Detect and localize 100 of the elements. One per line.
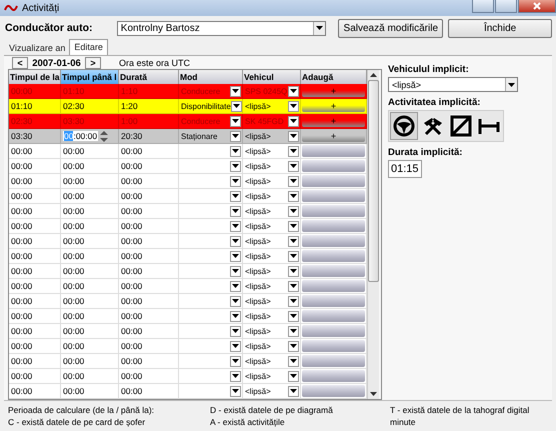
scrollbar[interactable] [367, 70, 379, 399]
maximize-button[interactable] [495, 0, 517, 13]
driver-dropdown[interactable]: Kontrolny Bartosz [116, 20, 326, 36]
dropdown-arrow-icon[interactable] [232, 374, 239, 378]
scroll-thumb[interactable] [368, 80, 379, 282]
dropdown-arrow-icon[interactable] [290, 179, 297, 183]
previous-button[interactable]: < [12, 57, 28, 69]
close-button[interactable]: Închide [448, 18, 552, 38]
mode-dropdown[interactable]: Staționare [181, 132, 218, 140]
dropdown-arrow-icon[interactable] [232, 344, 239, 348]
dropdown-arrow-icon[interactable] [232, 254, 239, 258]
vehicle-dropdown[interactable]: <lipsă> [245, 266, 271, 276]
close-button[interactable] [518, 0, 556, 13]
dropdown-arrow-icon[interactable] [232, 134, 239, 138]
dropdown-arrow-icon[interactable] [232, 239, 239, 243]
dropdown-arrow-icon[interactable] [290, 119, 297, 123]
mode-dropdown[interactable]: Disponibilitate [181, 102, 231, 110]
dropdown-arrow-icon[interactable] [290, 89, 297, 93]
dropdown-arrow-icon[interactable] [508, 82, 515, 86]
dropdown-arrow-icon[interactable] [290, 194, 297, 198]
vehicle-dropdown[interactable]: <lipsă> [245, 356, 271, 366]
dropdown-arrow-icon[interactable] [290, 209, 297, 213]
vehicle-dropdown[interactable]: <lipsă> [245, 146, 271, 156]
tab[interactable]: Editare [69, 39, 108, 55]
dropdown-arrow-icon[interactable] [232, 209, 239, 213]
table-cell: 00:00 [61, 279, 119, 294]
vehicle-dropdown[interactable]: <lipsă> [245, 132, 271, 140]
dropdown-arrow-icon[interactable] [290, 314, 297, 318]
default-duration-field[interactable]: 01:15 [388, 160, 422, 178]
dropdown-arrow-icon[interactable] [290, 374, 297, 378]
dropdown-arrow-icon[interactable] [290, 164, 297, 168]
vehicle-dropdown[interactable]: <lipsă> [245, 222, 271, 230]
vehicle-dropdown[interactable]: <lipsă> [245, 326, 271, 336]
time-input[interactable]: 00:00:00 [63, 131, 98, 141]
dropdown-arrow-icon[interactable] [290, 344, 297, 348]
vehicle-dropdown[interactable]: <lipsă> [245, 176, 271, 186]
table-cell: 00:00 [119, 159, 179, 174]
vehicle-dropdown[interactable]: <lipsă> [245, 206, 271, 216]
table-cell: 00:00 [119, 174, 179, 189]
tab[interactable]: Vizualizare an [5, 41, 70, 55]
legend-text: D - există datele de pe diagramă [210, 405, 334, 415]
table-cell: 00:00 [9, 159, 61, 174]
vehicle-dropdown[interactable]: <lipsă> [245, 236, 271, 246]
column-header[interactable]: Timpul până l [61, 70, 119, 84]
dropdown-arrow-icon[interactable] [290, 239, 297, 243]
vehicle-dropdown[interactable]: <lipsă> [245, 192, 271, 200]
activity-button[interactable] [390, 112, 418, 140]
table-cell: 00:00 [9, 324, 61, 339]
dropdown-arrow-icon[interactable] [232, 329, 239, 333]
dropdown-arrow-icon[interactable] [290, 269, 297, 273]
dropdown-arrow-icon[interactable] [290, 389, 297, 393]
dropdown-arrow-icon[interactable] [232, 389, 239, 393]
dropdown-arrow-icon[interactable] [290, 359, 297, 363]
dropdown-arrow-icon[interactable] [232, 149, 239, 153]
table-cell: 00:00 [119, 219, 179, 234]
save-button[interactable]: Salvează modificările [338, 18, 444, 38]
activity-button[interactable] [448, 113, 474, 139]
table-cell: 00:00 [9, 204, 61, 219]
scroll-up-icon[interactable] [370, 73, 377, 77]
dropdown-arrow-icon[interactable] [232, 104, 240, 108]
table-cell: 00:00 [9, 279, 61, 294]
dropdown-arrow-icon[interactable] [290, 284, 297, 288]
dropdown-arrow-icon[interactable] [316, 26, 324, 30]
vehicle-dropdown[interactable]: <lipsă> [245, 386, 271, 396]
vehicle-dropdown[interactable]: <lipsă> [245, 282, 271, 290]
dropdown-arrow-icon[interactable] [232, 164, 239, 168]
dropdown-arrow-icon[interactable] [290, 224, 297, 228]
vehicle-dropdown[interactable]: <lipsă> [245, 342, 271, 350]
dropdown-arrow-icon[interactable] [290, 329, 297, 333]
dropdown-arrow-icon[interactable] [232, 314, 239, 318]
vehicle-dropdown[interactable]: <lipsă> [245, 296, 271, 306]
table-cell: 00:00 [119, 189, 179, 204]
next-button[interactable]: > [85, 57, 101, 69]
dropdown-arrow-icon[interactable] [232, 284, 239, 288]
dropdown-arrow-icon[interactable] [232, 359, 239, 363]
app-logo-icon [4, 4, 18, 12]
table-cell: 00:00 [61, 294, 119, 309]
dropdown-arrow-icon[interactable] [232, 224, 239, 228]
dropdown-arrow-icon[interactable] [290, 299, 297, 303]
dropdown-arrow-icon[interactable] [290, 134, 297, 138]
dropdown-arrow-icon[interactable] [232, 89, 239, 93]
default-vehicle-dropdown[interactable]: <lipsă> [388, 77, 518, 92]
vehicle-dropdown[interactable]: <lipsă> [245, 252, 271, 260]
dropdown-arrow-icon[interactable] [232, 269, 239, 273]
scroll-down-icon[interactable] [370, 392, 377, 396]
dropdown-arrow-icon[interactable] [232, 194, 239, 198]
dropdown-arrow-icon[interactable] [290, 149, 297, 153]
table-cell: 00:00 [119, 324, 179, 339]
vehicle-dropdown[interactable]: <lipsă> [245, 102, 271, 110]
dropdown-arrow-icon[interactable] [232, 179, 239, 183]
dropdown-arrow-icon[interactable] [232, 119, 239, 123]
dropdown-arrow-icon[interactable] [290, 254, 297, 258]
vehicle-dropdown[interactable]: <lipsă> [245, 312, 271, 320]
dropdown-arrow-icon[interactable] [290, 104, 297, 108]
vehicle-dropdown[interactable]: <lipsă> [245, 162, 271, 170]
dropdown-arrow-icon[interactable] [232, 299, 239, 303]
table-cell: 00:00 [119, 354, 179, 369]
table-cell: 00:00 [9, 144, 61, 159]
minimize-button[interactable] [472, 0, 494, 13]
vehicle-dropdown[interactable]: <lipsă> [245, 372, 271, 380]
